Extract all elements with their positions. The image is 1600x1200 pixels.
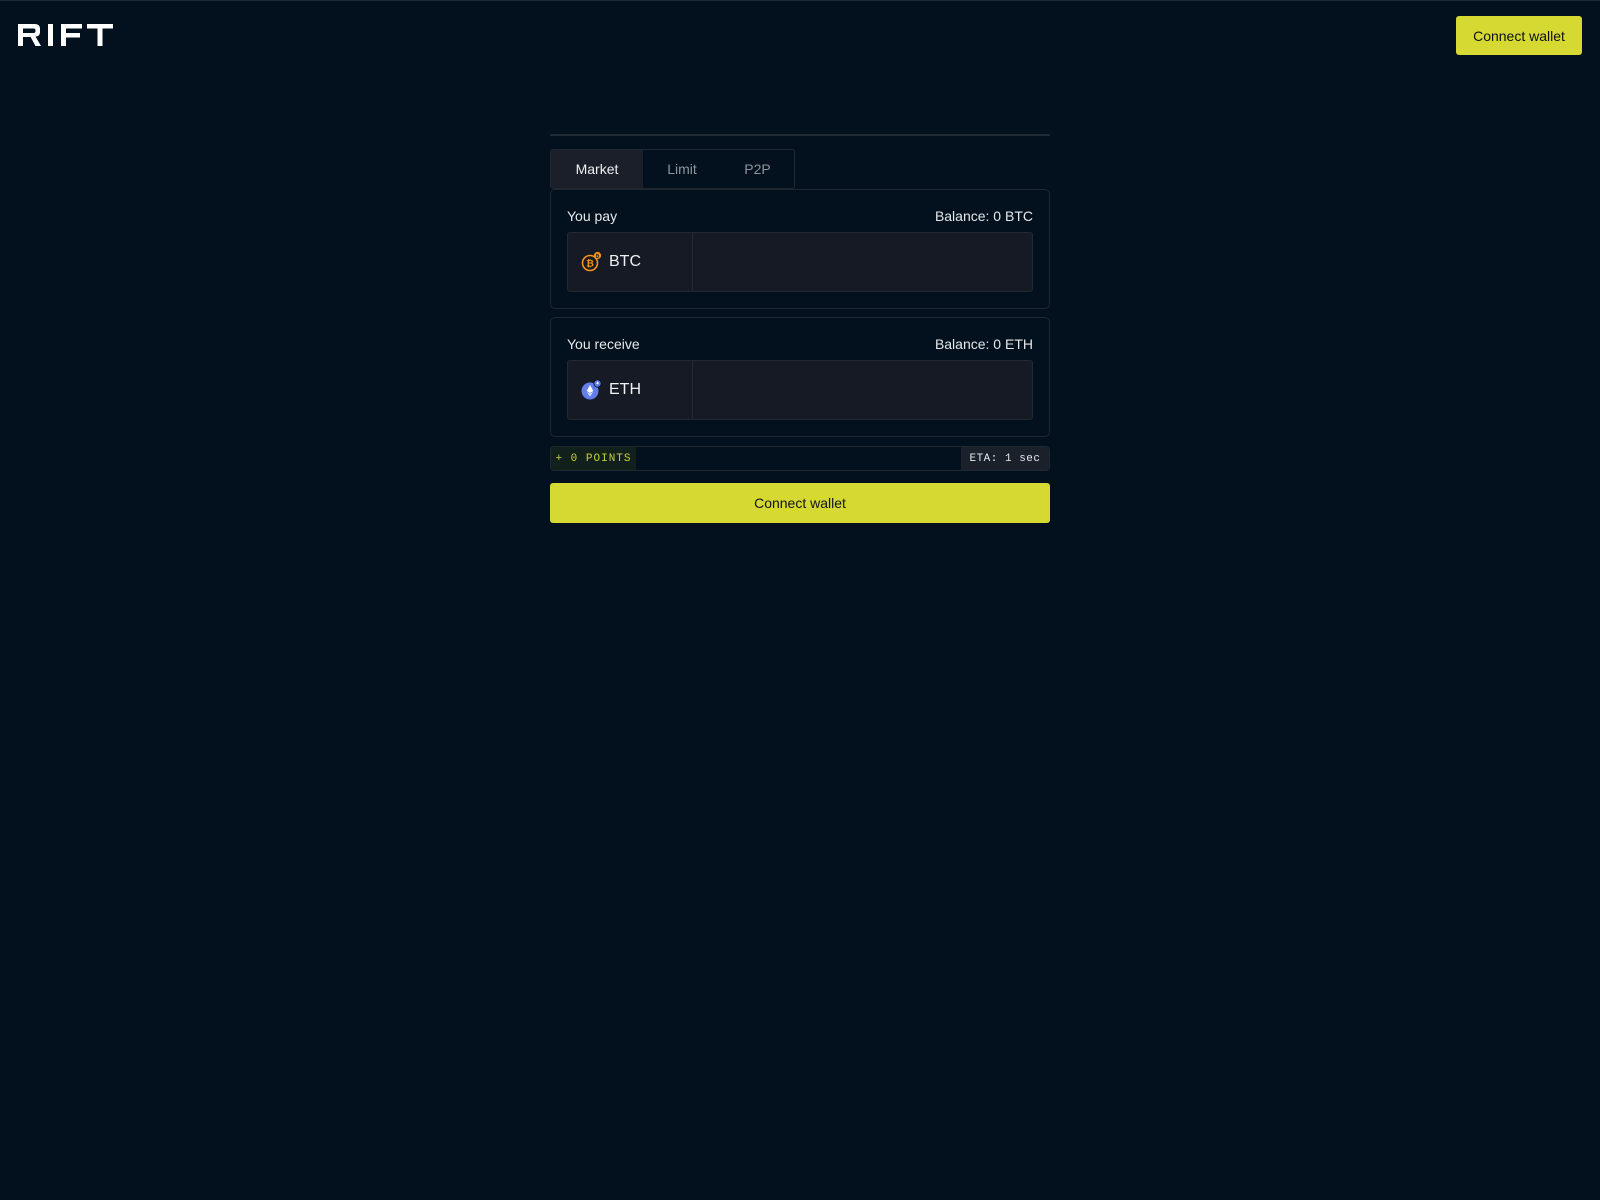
svg-text:₿: ₿ bbox=[596, 252, 600, 259]
receive-balance: Balance: 0 ETH bbox=[934, 336, 1033, 352]
rift-logo-mark bbox=[18, 24, 113, 46]
pay-balance: Balance: 0 BTC bbox=[934, 208, 1033, 224]
tab-limit[interactable]: Limit bbox=[643, 150, 721, 188]
pay-token-symbol: BTC bbox=[609, 253, 641, 270]
swap-mode-tabs: Market Limit P2P bbox=[550, 149, 795, 189]
swap-info-bar: + 0 POINTS ETA: 1 sec bbox=[550, 446, 1050, 471]
bitcoin-icon: ₿ ₿ bbox=[581, 251, 602, 272]
eta-badge: ETA: 1 sec bbox=[961, 447, 1049, 470]
points-badge: + 0 POINTS bbox=[551, 447, 636, 470]
tab-market[interactable]: Market bbox=[551, 150, 643, 188]
receive-token-symbol: ETH bbox=[609, 381, 641, 398]
receive-token-selector[interactable]: ETH bbox=[568, 361, 693, 419]
receive-label: You receive bbox=[567, 336, 640, 352]
pay-card: You pay Balance: 0 BTC ₿ ₿ BTC bbox=[550, 189, 1050, 309]
pay-label: You pay bbox=[567, 208, 618, 224]
ethereum-icon bbox=[581, 379, 602, 400]
receive-field: ETH bbox=[567, 360, 1033, 420]
receive-amount-input[interactable] bbox=[693, 361, 1032, 419]
rift-logo[interactable] bbox=[18, 24, 114, 47]
tab-p2p[interactable]: P2P bbox=[721, 150, 794, 188]
swap-divider bbox=[550, 134, 1050, 136]
pay-token-selector[interactable]: ₿ ₿ BTC bbox=[568, 233, 693, 291]
svg-text:₿: ₿ bbox=[586, 259, 594, 270]
connect-wallet-button[interactable]: Connect wallet bbox=[550, 483, 1050, 523]
receive-card: You receive Balance: 0 ETH ETH bbox=[550, 317, 1050, 437]
header-connect-wallet-button[interactable]: Connect wallet bbox=[1456, 16, 1582, 55]
pay-field: ₿ ₿ BTC bbox=[567, 232, 1033, 292]
top-border bbox=[0, 0, 1600, 1]
pay-amount-input[interactable] bbox=[693, 233, 1032, 291]
